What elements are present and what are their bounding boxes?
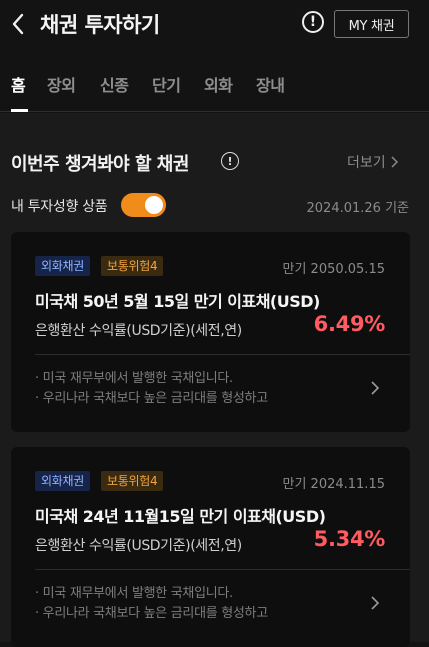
back-button[interactable] — [6, 10, 30, 38]
weekly-bonds-section: 이번주 챙겨봐야 할 채권 ! 더보기 내 투자성향 상품 2024.01.26… — [0, 113, 429, 647]
info-button[interactable]: ! — [302, 11, 324, 33]
divider — [35, 354, 410, 355]
yield-value: 6.49% — [313, 312, 386, 336]
yield-label: 은행환산 수익률(USD기준)(세전,연) — [35, 323, 242, 339]
maturity-date: 만기 2024.11.15 — [282, 477, 386, 492]
badge-foreign-bond: 외화채권 — [35, 256, 90, 276]
chevron-right-icon[interactable] — [370, 595, 380, 611]
yield-value: 5.34% — [313, 527, 386, 551]
description-line: · 우리나라 국채보다 높은 금리대를 형성하고 — [35, 391, 268, 406]
tab-hybrid[interactable]: 신종 — [100, 72, 129, 96]
badge-risk-level: 보통위험4 — [101, 471, 164, 491]
bond-card[interactable]: 외화채권 보통위험4 만기 2050.05.15 미국채 50년 5월 15일 … — [11, 232, 410, 432]
yield-label: 은행환산 수익률(USD기준)(세전,연) — [35, 538, 242, 554]
description-line: · 우리나라 국채보다 높은 금리대를 형성하고 — [35, 606, 268, 621]
more-link[interactable]: 더보기 — [347, 152, 398, 172]
page-title: 채권 투자하기 — [40, 13, 160, 37]
bond-description: · 미국 재무부에서 발행한 국채입니다. · 우리나라 국채보다 높은 금리대… — [35, 584, 268, 624]
chevron-left-icon — [12, 13, 24, 35]
divider — [35, 569, 410, 570]
preference-toggle[interactable] — [121, 193, 166, 217]
active-tab-indicator — [11, 109, 28, 112]
bond-name: 미국채 50년 5월 15일 만기 이표채(USD) — [35, 292, 320, 311]
app-header: 채권 투자하기 ! MY 채권 — [0, 0, 429, 48]
tab-foreign-currency[interactable]: 외화 — [204, 72, 233, 96]
section-info-button[interactable]: ! — [221, 152, 239, 170]
section-title: 이번주 챙겨봐야 할 채권 — [11, 154, 189, 175]
exclamation-icon: ! — [227, 154, 233, 168]
exclamation-icon: ! — [309, 14, 317, 30]
more-label: 더보기 — [347, 155, 386, 171]
badge-risk-level: 보통위험4 — [101, 256, 164, 276]
chevron-right-icon — [391, 156, 398, 168]
description-line: · 미국 재무부에서 발행한 국채입니다. — [35, 586, 233, 601]
chevron-right-icon[interactable] — [370, 380, 380, 396]
description-line: · 미국 재무부에서 발행한 국채입니다. — [35, 371, 233, 386]
tab-home[interactable]: 홈 — [11, 72, 26, 96]
bond-name: 미국채 24년 11월15일 만기 이표채(USD) — [35, 507, 326, 526]
tab-short-term[interactable]: 단기 — [152, 72, 181, 96]
reference-date: 2024.01.26 기준 — [306, 201, 410, 216]
bond-description: · 미국 재무부에서 발행한 국채입니다. · 우리나라 국채보다 높은 금리대… — [35, 369, 268, 409]
toggle-knob — [145, 196, 163, 214]
tab-otc[interactable]: 장외 — [47, 72, 76, 96]
badge-foreign-bond: 외화채권 — [35, 471, 90, 491]
bond-card[interactable]: 외화채권 보통위험4 만기 2024.11.15 미국채 24년 11월15일 … — [11, 447, 410, 647]
maturity-date: 만기 2050.05.15 — [282, 262, 386, 277]
preference-label: 내 투자성향 상품 — [11, 199, 108, 215]
my-bonds-button[interactable]: MY 채권 — [334, 10, 409, 38]
tab-bar: 홈 장외 신종 단기 외화 장내 — [0, 68, 429, 112]
tab-exchange[interactable]: 장내 — [256, 72, 285, 96]
